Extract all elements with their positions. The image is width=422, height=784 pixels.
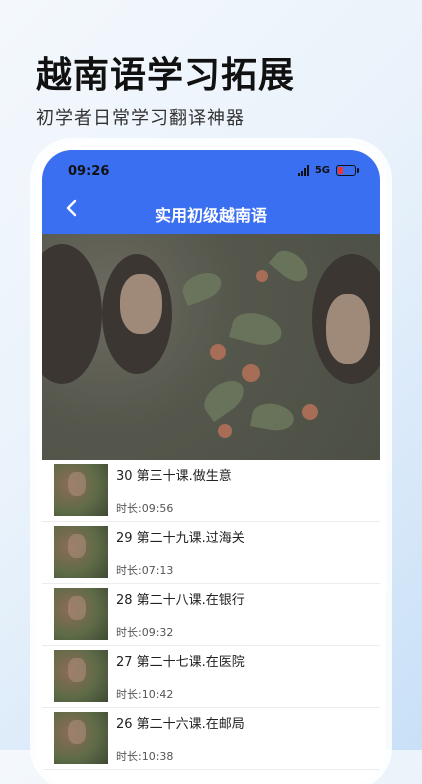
lesson-title: 28 第二十八课.在银行 [116, 593, 245, 608]
lesson-thumbnail [54, 464, 108, 516]
lesson-duration: 时长:10:42 [116, 688, 174, 701]
lesson-title: 26 第二十六课.在邮局 [116, 717, 245, 732]
lesson-thumbnail [54, 526, 108, 578]
status-indicators: 5G [297, 165, 359, 176]
promo-headline: 越南语学习拓展 [36, 55, 296, 96]
lesson-title: 29 第二十九课.过海关 [116, 531, 245, 546]
lesson-duration: 时长:09:32 [116, 626, 174, 639]
list-item[interactable]: 27 第二十七课.在医院 时长:10:42 [42, 646, 380, 708]
promo-subline: 初学者日常学习翻译神器 [36, 108, 245, 129]
lesson-thumbnail [54, 712, 108, 764]
lesson-duration: 时长:09:56 [116, 502, 174, 515]
list-item[interactable]: 30 第三十课.做生意 时长:09:56 [42, 460, 380, 522]
lesson-thumbnail [54, 650, 108, 702]
lesson-duration: 时长:10:38 [116, 750, 174, 763]
lesson-title: 30 第三十课.做生意 [116, 469, 232, 484]
list-item[interactable]: 29 第二十九课.过海关 时长:07:13 [42, 522, 380, 584]
list-item[interactable]: 28 第二十八课.在银行 时长:09:32 [42, 584, 380, 646]
app-bar: 09:26 5G 实用初级越南语 [42, 150, 380, 234]
list-item[interactable]: 26 第二十六课.在邮局 时长:10:38 [42, 708, 380, 770]
video-player[interactable] [42, 234, 380, 460]
network-type: 5G [314, 165, 330, 176]
page-title: 实用初级越南语 [154, 206, 267, 225]
status-time: 09:26 [68, 164, 110, 179]
lesson-duration: 时长:07:13 [116, 564, 174, 577]
lesson-thumbnail [54, 588, 108, 640]
signal-icon [297, 165, 309, 176]
lesson-list: 30 第三十课.做生意 时长:09:56 29 第二十九课.过海关 时长:07:… [42, 460, 380, 770]
lesson-title: 27 第二十七课.在医院 [116, 655, 245, 670]
battery-icon [336, 165, 359, 176]
phone-frame: 09:26 5G 实用初级越南语 30 第三十课.做生意 时长:09:56 29… [36, 144, 386, 784]
